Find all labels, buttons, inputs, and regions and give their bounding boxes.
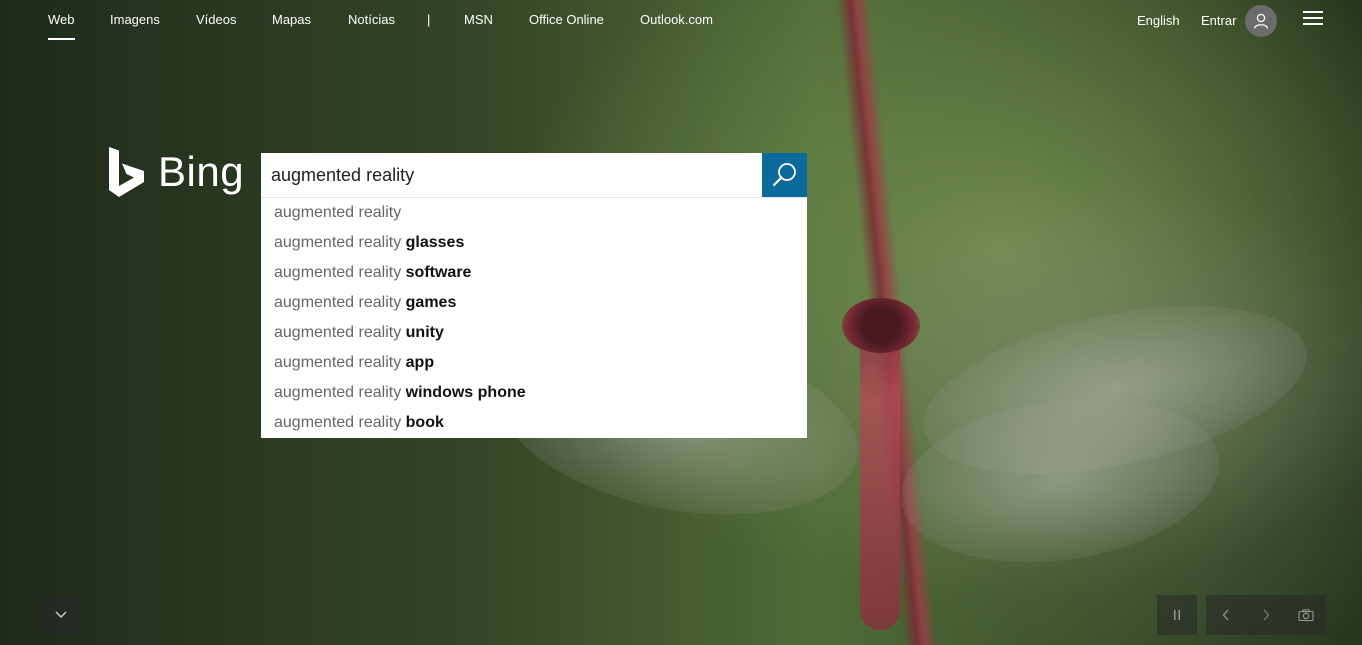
suggestion-item[interactable]: augmented reality: [261, 198, 807, 228]
nav-office-online[interactable]: Office Online: [529, 12, 604, 27]
pause-button[interactable]: [1157, 595, 1197, 635]
user-icon[interactable]: [1245, 5, 1277, 37]
nav-videos[interactable]: Vídeos: [196, 12, 236, 27]
autosuggest-list: augmented reality augmented reality glas…: [261, 197, 807, 438]
next-image-button[interactable]: [1246, 595, 1286, 635]
suggestion-item[interactable]: augmented reality windows phone: [261, 378, 807, 408]
search-icon: [772, 163, 796, 187]
pause-icon: [1174, 610, 1180, 620]
chevron-down-icon: [55, 611, 67, 619]
nav-separator: |: [427, 12, 431, 27]
nav-images[interactable]: Imagens: [110, 12, 160, 27]
bing-logo[interactable]: Bing: [108, 146, 244, 198]
suggestion-item[interactable]: augmented reality software: [261, 258, 807, 288]
suggestion-item[interactable]: augmented reality book: [261, 408, 807, 438]
camera-icon: [1298, 609, 1314, 621]
image-info-button[interactable]: [1286, 595, 1326, 635]
previous-image-button[interactable]: [1206, 595, 1246, 635]
language-link[interactable]: English: [1137, 13, 1180, 28]
search-box: [261, 153, 762, 197]
search-input[interactable]: [261, 153, 762, 197]
nav-outlook[interactable]: Outlook.com: [640, 12, 713, 27]
hamburger-menu-icon[interactable]: [1303, 11, 1323, 27]
suggestion-item[interactable]: augmented reality games: [261, 288, 807, 318]
bing-logo-icon: [109, 147, 144, 197]
chevron-left-icon: [1222, 609, 1229, 621]
nav-web[interactable]: Web: [48, 12, 75, 40]
dragonfly-head: [842, 298, 920, 353]
logo-text: Bing: [158, 148, 245, 195]
top-navigation: Web Imagens Vídeos Mapas Notícias | MSN …: [0, 0, 1362, 40]
suggestion-item[interactable]: augmented reality app: [261, 348, 807, 378]
signin-link[interactable]: Entrar: [1201, 13, 1236, 28]
chevron-right-icon: [1263, 609, 1270, 621]
nav-news[interactable]: Notícias: [348, 12, 395, 27]
search-button[interactable]: [762, 153, 807, 197]
suggestion-item[interactable]: augmented reality unity: [261, 318, 807, 348]
suggestion-item[interactable]: augmented reality glasses: [261, 228, 807, 258]
nav-msn[interactable]: MSN: [464, 12, 493, 27]
nav-maps[interactable]: Mapas: [272, 12, 311, 27]
scroll-down-button[interactable]: [41, 595, 81, 635]
